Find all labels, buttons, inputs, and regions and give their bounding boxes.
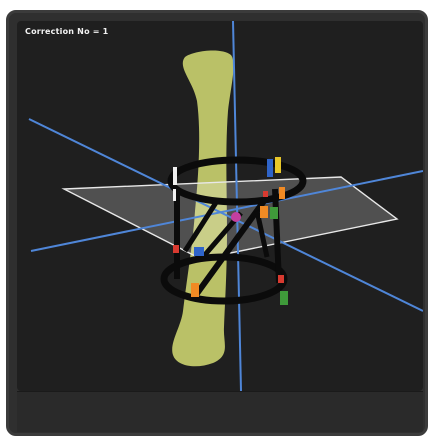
marker-yellow-1 (275, 157, 281, 173)
marker-red-3 (263, 191, 268, 197)
marker-orange-3 (279, 187, 285, 199)
correction-number-label: Correction No = 1 (25, 27, 109, 36)
bottom-toolbar (17, 391, 423, 432)
marker-blue-1 (194, 247, 204, 256)
marker-orange-1 (260, 206, 268, 218)
marker-red-2 (278, 275, 284, 283)
marker-white-2 (173, 189, 176, 201)
strut-3 (272, 188, 282, 284)
marker-red-1 (173, 245, 179, 253)
marker-orange-2 (191, 283, 199, 297)
marker-white-1 (173, 167, 177, 185)
marker-blue-2 (267, 159, 273, 177)
marker-pink-center (231, 212, 241, 222)
app-window: Correction No = 1 (6, 10, 428, 436)
3d-scene (28, 21, 423, 391)
marker-green-2 (280, 291, 288, 305)
marker-green-1 (270, 207, 278, 219)
3d-viewport[interactable]: Correction No = 1 (17, 21, 423, 391)
